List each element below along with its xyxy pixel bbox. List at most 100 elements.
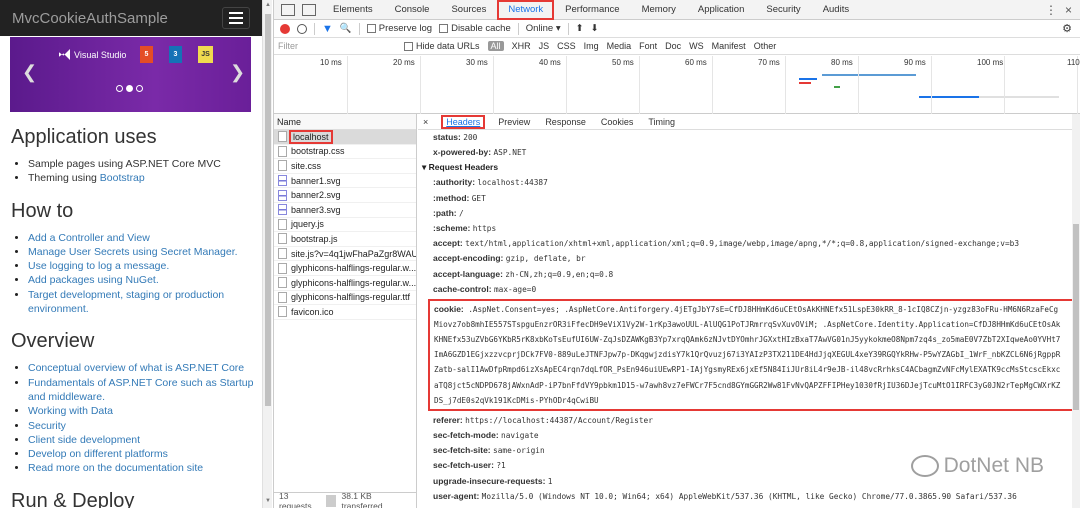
- settings-gear-icon[interactable]: ⚙: [1062, 22, 1072, 35]
- throttling-select[interactable]: Online ▾: [526, 23, 561, 34]
- request-row[interactable]: glyphicons-halflings-regular.w...: [274, 276, 416, 291]
- header-value: GET: [471, 193, 486, 203]
- clear-icon[interactable]: [297, 23, 307, 34]
- cookie-value: KHNEfx53uZVbG6YKbR5rK8xbKoTsEufUI6UW-ZqJ…: [434, 335, 1061, 345]
- tab-performance[interactable]: Performance: [554, 0, 630, 20]
- name-column-header[interactable]: Name: [274, 114, 416, 130]
- filter-type-img[interactable]: Img: [584, 41, 599, 51]
- doc-link[interactable]: Client side development: [28, 434, 140, 446]
- request-row[interactable]: glyphicons-halflings-regular.ttf: [274, 291, 416, 306]
- tab-audits[interactable]: Audits: [812, 0, 860, 20]
- timeline-tick-label: 10 ms: [320, 58, 342, 67]
- request-row[interactable]: bootstrap.css: [274, 145, 416, 160]
- request-row[interactable]: banner2.svg: [274, 188, 416, 203]
- request-row[interactable]: localhost: [274, 130, 416, 145]
- detail-tab-response[interactable]: Response: [545, 117, 586, 127]
- doc-link[interactable]: Bootstrap: [100, 172, 145, 184]
- filter-type-doc[interactable]: Doc: [665, 41, 681, 51]
- header-name: :path:: [433, 207, 457, 218]
- doc-link[interactable]: Read more on the documentation site: [28, 462, 203, 474]
- request-row[interactable]: banner1.svg: [274, 174, 416, 189]
- detail-tab-preview[interactable]: Preview: [498, 117, 530, 127]
- request-row[interactable]: favicon.ico: [274, 305, 416, 320]
- page-scrollbar[interactable]: ▲ ▼: [262, 0, 272, 508]
- request-row[interactable]: bootstrap.js: [274, 232, 416, 247]
- header-name: status:: [433, 132, 461, 142]
- doc-link[interactable]: Use logging to log a message.: [28, 260, 169, 272]
- list-item: Fundamentals of ASP.NET Core such as Sta…: [28, 376, 257, 405]
- header-value: max-age=0: [493, 284, 537, 294]
- doc-link[interactable]: Manage User Secrets using Secret Manager…: [28, 246, 238, 258]
- timeline-tick-label: 60 ms: [685, 58, 707, 67]
- filter-type-all[interactable]: All: [487, 41, 504, 51]
- request-row[interactable]: site.css: [274, 159, 416, 174]
- doc-link[interactable]: Target development, staging or productio…: [28, 289, 224, 315]
- wechat-icon: [910, 455, 939, 477]
- network-overview-timeline[interactable]: 10 ms 20 ms 30 ms 40 ms 50 ms 60 ms 70 ms 80 ms…: [274, 56, 1080, 114]
- carousel-next-icon[interactable]: ❯: [230, 62, 245, 83]
- svg-file-icon: [278, 175, 287, 187]
- tab-memory[interactable]: Memory: [631, 0, 687, 20]
- carousel-dot[interactable]: [126, 85, 133, 92]
- doc-link[interactable]: Security: [28, 420, 66, 432]
- tab-sources[interactable]: Sources: [440, 0, 497, 20]
- filter-type-ws[interactable]: WS: [689, 41, 704, 51]
- carousel-dot[interactable]: [116, 85, 123, 92]
- request-name: bootstrap.js: [291, 233, 338, 244]
- link-list: Conceptual overview of what is ASP.NET C…: [28, 361, 257, 475]
- timeline-tick-label: 30 ms: [466, 58, 488, 67]
- tab-console[interactable]: Console: [384, 0, 441, 20]
- filter-type-media[interactable]: Media: [607, 41, 632, 51]
- tab-security[interactable]: Security: [755, 0, 811, 20]
- disable-cache-checkbox[interactable]: Disable cache: [439, 23, 511, 34]
- filter-type-js[interactable]: JS: [539, 41, 550, 51]
- menu-toggle-button[interactable]: [222, 7, 250, 29]
- css3-icon: 3: [169, 46, 182, 63]
- export-har-icon[interactable]: ⬇: [591, 23, 599, 34]
- inspect-element-icon[interactable]: [281, 3, 295, 16]
- filter-type-xhr[interactable]: XHR: [512, 41, 531, 51]
- scrollbar-thumb[interactable]: [1073, 224, 1079, 410]
- device-toolbar-icon[interactable]: [302, 3, 316, 16]
- filter-input[interactable]: Filter: [278, 41, 396, 51]
- filter-type-other[interactable]: Other: [754, 41, 777, 51]
- section-heading: Overview: [11, 330, 95, 353]
- import-har-icon[interactable]: ⬆: [576, 23, 584, 34]
- filter-type-manifest[interactable]: Manifest: [712, 41, 746, 51]
- doc-link[interactable]: Develop on different platforms: [28, 448, 168, 460]
- scrollbar-thumb[interactable]: [265, 14, 271, 406]
- preserve-log-checkbox[interactable]: Preserve log: [366, 23, 432, 34]
- scroll-down-icon[interactable]: ▼: [265, 498, 271, 504]
- request-headers-section[interactable]: ▾ Request Headers: [418, 160, 1080, 175]
- carousel-prev-icon[interactable]: ❮: [22, 62, 37, 83]
- search-icon[interactable]: 🔍: [340, 23, 352, 34]
- list-item: Add a Controller and View: [28, 231, 257, 245]
- carousel-dot[interactable]: [136, 85, 143, 92]
- filter-type-css[interactable]: CSS: [557, 41, 576, 51]
- site-brand[interactable]: MvcCookieAuthSample: [12, 10, 168, 27]
- detail-tab-timing[interactable]: Timing: [648, 117, 675, 127]
- close-detail-icon[interactable]: ×: [423, 117, 428, 127]
- doc-link[interactable]: Working with Data: [28, 405, 113, 417]
- detail-scrollbar[interactable]: [1072, 114, 1080, 508]
- scroll-up-icon[interactable]: ▲: [265, 2, 271, 8]
- more-options-icon[interactable]: ⋮: [1045, 3, 1057, 17]
- doc-link[interactable]: Add packages using NuGet.: [28, 274, 159, 286]
- request-row[interactable]: jquery.js: [274, 218, 416, 233]
- close-devtools-icon[interactable]: ×: [1065, 3, 1072, 17]
- doc-link[interactable]: Add a Controller and View: [28, 232, 150, 244]
- filter-icon[interactable]: ▼: [322, 23, 333, 35]
- record-icon[interactable]: [280, 23, 290, 34]
- doc-link[interactable]: Fundamentals of ASP.NET Core such as Sta…: [28, 377, 253, 403]
- doc-link[interactable]: Conceptual overview of what is ASP.NET C…: [28, 362, 244, 374]
- tab-application[interactable]: Application: [687, 0, 755, 20]
- request-row[interactable]: glyphicons-halflings-regular.w...: [274, 261, 416, 276]
- tab-network[interactable]: Network: [497, 0, 555, 20]
- tab-elements[interactable]: Elements: [322, 0, 384, 20]
- detail-tab-headers[interactable]: Headers: [441, 114, 486, 129]
- hide-data-urls-checkbox[interactable]: Hide data URLs: [404, 41, 480, 52]
- request-row[interactable]: site.js?v=4q1jwFhaPaZgr8WAU...: [274, 247, 416, 262]
- filter-type-font[interactable]: Font: [639, 41, 657, 51]
- request-row[interactable]: banner3.svg: [274, 203, 416, 218]
- detail-tab-cookies[interactable]: Cookies: [601, 117, 634, 127]
